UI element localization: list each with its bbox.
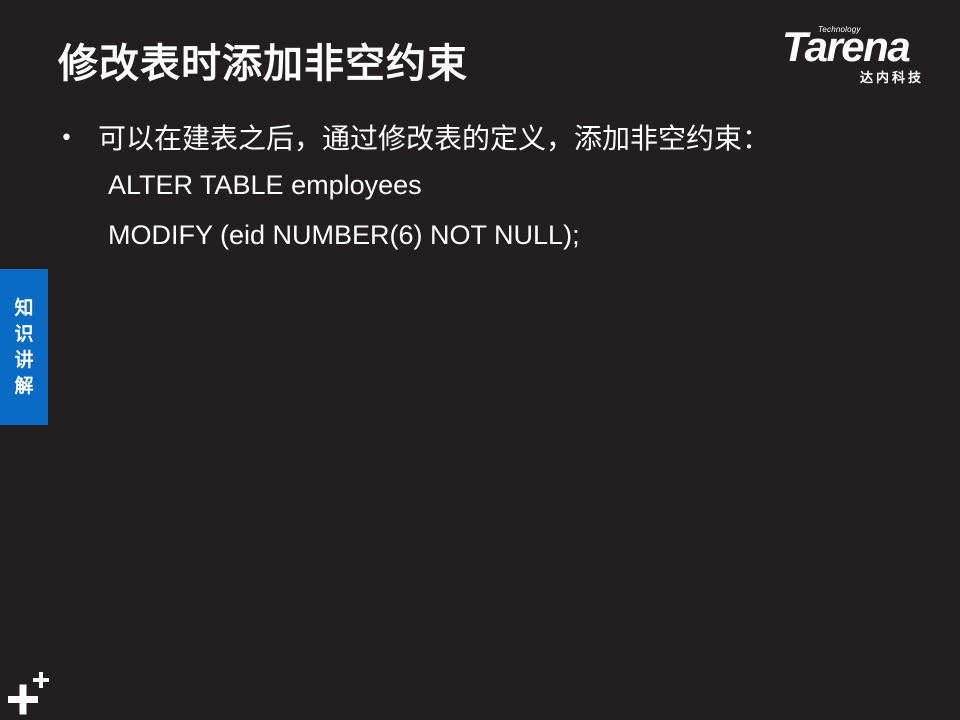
code-line-modify: MODIFY (eid NUMBER(6) NOT NULL);: [108, 220, 580, 250]
slide-content: • 可以在建表之后，通过修改表的定义，添加非空约束： ALTER TABLE e…: [56, 118, 936, 260]
logo-technology-label: Technology: [818, 25, 861, 34]
bullet-item: • 可以在建表之后，通过修改表的定义，添加非空约束：: [56, 118, 936, 160]
slide-title: 修改表时添加非空约束: [58, 41, 468, 87]
logo-chinese-name: 达内科技: [860, 71, 925, 86]
side-tab-char: 识: [14, 323, 34, 345]
bullet-marker: •: [60, 126, 73, 151]
side-tab-char: 知: [14, 297, 34, 319]
bullet-text: 可以在建表之后，通过修改表的定义，添加非空约束：: [98, 122, 771, 155]
code-line-alter: ALTER TABLE employees: [108, 170, 422, 200]
plus-plus-icon: [8, 672, 49, 715]
tarena-logo: Tarena Technology 达内科技: [780, 22, 948, 86]
side-tab-char: 讲: [14, 349, 34, 371]
side-tab-char: 解: [14, 375, 34, 397]
side-tab-knowledge: 知 识 讲 解: [0, 269, 48, 425]
